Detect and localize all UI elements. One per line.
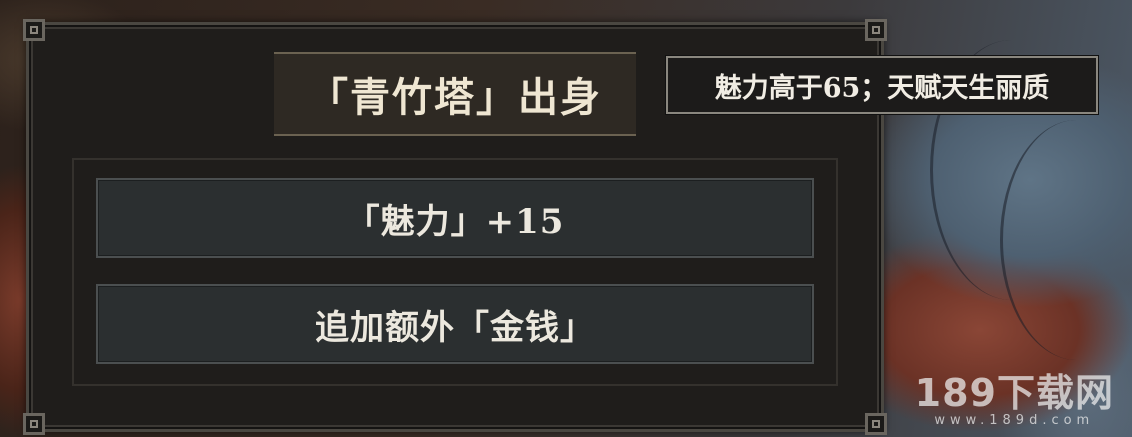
game-scene: 「青竹塔」出身 「魅力」+15 追加额外「金钱」 魅力高于65；天赋天生丽质 1…: [0, 0, 1132, 437]
requirement-tooltip: 魅力高于65；天赋天生丽质: [666, 56, 1098, 114]
panel-corner-ornament: [865, 413, 887, 435]
option-charm-bonus-button[interactable]: 「魅力」+15: [96, 178, 814, 258]
event-title: 「青竹塔」出身: [308, 74, 602, 121]
panel-corner-ornament: [865, 19, 887, 41]
watermark-url: www.189d.com: [934, 413, 1095, 428]
option-label: 「魅力」+15: [345, 201, 565, 242]
tooltip-text: 魅力高于65；天赋天生丽质: [714, 72, 1050, 104]
option-label: 追加额外「金钱」: [315, 307, 595, 348]
site-watermark: 189下载网 www.189d.com: [915, 373, 1114, 429]
option-extra-money-button[interactable]: 追加额外「金钱」: [96, 284, 814, 364]
panel-corner-ornament: [23, 413, 45, 435]
event-title-plate: 「青竹塔」出身: [274, 52, 636, 136]
watermark-title: 189下载网: [914, 371, 1114, 415]
panel-corner-ornament: [23, 19, 45, 41]
